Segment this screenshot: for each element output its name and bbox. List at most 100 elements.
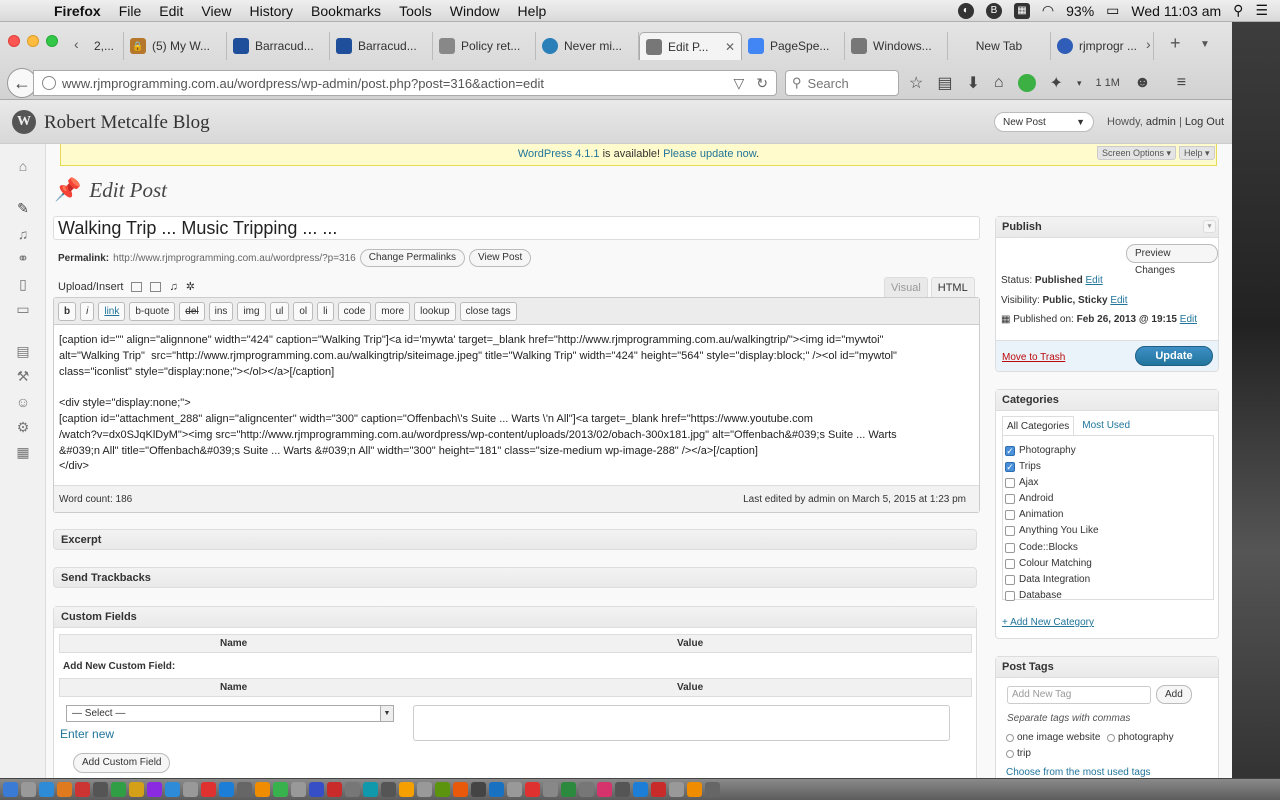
category-item[interactable]: Colour Matching bbox=[1005, 558, 1092, 569]
pages-icon[interactable]: ▯ bbox=[14, 276, 32, 292]
profile-link[interactable]: admin bbox=[1146, 116, 1176, 128]
app-icon[interactable] bbox=[597, 782, 612, 797]
qt-more-button[interactable]: more bbox=[375, 301, 411, 321]
qt-blockquote-button[interactable]: b-quote bbox=[129, 301, 176, 321]
tab[interactable]: Windows... bbox=[845, 32, 948, 60]
puzzle-icon[interactable]: ✦ bbox=[1050, 73, 1063, 93]
wp-version-link[interactable]: WordPress 4.1.1 bbox=[518, 148, 600, 160]
battery-percent[interactable]: 93% bbox=[1066, 3, 1094, 19]
view-post-button[interactable]: View Post bbox=[469, 249, 532, 267]
hamburger-menu-icon[interactable]: ≡ bbox=[1177, 74, 1186, 92]
checkbox[interactable] bbox=[1005, 525, 1015, 536]
app-icon[interactable] bbox=[183, 782, 198, 797]
links-icon[interactable]: ⚭ bbox=[14, 250, 32, 266]
close-window-icon[interactable] bbox=[8, 35, 20, 47]
app-icon[interactable] bbox=[273, 782, 288, 797]
checkbox[interactable] bbox=[1005, 509, 1015, 520]
menu-app[interactable]: Firefox bbox=[54, 3, 101, 19]
checkbox-checked[interactable]: ✓ bbox=[1005, 445, 1015, 456]
app-icon[interactable] bbox=[291, 782, 306, 797]
add-tag-button[interactable]: Add bbox=[1156, 685, 1192, 704]
new-tag-input[interactable]: Add New Tag bbox=[1007, 686, 1151, 704]
remove-tag-icon[interactable] bbox=[1006, 749, 1014, 758]
dashboard-icon[interactable]: ⌂ bbox=[14, 158, 32, 174]
finder-icon[interactable] bbox=[3, 782, 18, 797]
search-box[interactable]: ⚲ Search bbox=[785, 70, 899, 96]
category-item[interactable]: Database bbox=[1005, 590, 1062, 601]
app-icon[interactable] bbox=[543, 782, 558, 797]
change-permalinks-button[interactable]: Change Permalinks bbox=[359, 249, 466, 267]
qt-italic-button[interactable]: i bbox=[80, 301, 95, 321]
category-item[interactable]: Data Integration bbox=[1005, 574, 1090, 585]
update-now-link[interactable]: Please update now bbox=[663, 148, 756, 160]
qt-ins-button[interactable]: ins bbox=[208, 301, 234, 321]
url-bar[interactable]: www.rjmprogramming.com.au/wordpress/wp-a… bbox=[33, 70, 777, 96]
checkbox[interactable] bbox=[1005, 477, 1015, 488]
menu-window[interactable]: Window bbox=[450, 3, 500, 19]
app-icon[interactable] bbox=[417, 782, 432, 797]
add-new-category-link[interactable]: + Add New Category bbox=[1002, 617, 1094, 628]
add-audio-icon[interactable]: ♫ bbox=[169, 281, 177, 293]
qt-img-button[interactable]: img bbox=[237, 301, 266, 321]
qt-lookup-button[interactable]: lookup bbox=[414, 301, 456, 321]
category-item[interactable]: Ajax bbox=[1005, 477, 1038, 488]
checkbox[interactable] bbox=[1005, 558, 1015, 569]
tab[interactable]: Never mi... bbox=[536, 32, 639, 60]
counter-dropdown-icon[interactable]: ▾ bbox=[1077, 78, 1082, 89]
custom-field-value-textarea[interactable] bbox=[413, 705, 950, 741]
comments-icon[interactable]: ▭ bbox=[14, 301, 32, 317]
grid-status-icon[interactable]: ▦ bbox=[1013, 2, 1030, 19]
app-icon[interactable] bbox=[615, 782, 630, 797]
addon-icon[interactable] bbox=[1017, 74, 1036, 92]
category-item[interactable]: Code::Blocks bbox=[1005, 542, 1078, 553]
checkbox[interactable] bbox=[1005, 574, 1015, 585]
add-image-icon[interactable] bbox=[131, 281, 143, 292]
custom-fields-title[interactable]: Custom Fields bbox=[54, 607, 976, 628]
menu-help[interactable]: Help bbox=[518, 3, 547, 19]
zoom-window-icon[interactable] bbox=[46, 35, 58, 47]
choose-most-used-tags-link[interactable]: Choose from the most used tags bbox=[1006, 767, 1151, 778]
app-icon[interactable] bbox=[399, 782, 414, 797]
app-icon[interactable] bbox=[633, 782, 648, 797]
app-icon[interactable] bbox=[57, 782, 72, 797]
app-icon[interactable] bbox=[165, 782, 180, 797]
tab-scroll-left-icon[interactable]: ‹ bbox=[74, 36, 79, 52]
app-icon[interactable] bbox=[381, 782, 396, 797]
post-tags-title[interactable]: Post Tags bbox=[996, 657, 1218, 678]
help-button[interactable]: Help ▾ bbox=[1179, 146, 1215, 160]
app-icon[interactable] bbox=[453, 782, 468, 797]
app-icon[interactable] bbox=[669, 782, 684, 797]
category-item[interactable]: ✓ Trips bbox=[1005, 461, 1041, 472]
qt-code-button[interactable]: code bbox=[337, 301, 372, 321]
app-icon[interactable] bbox=[309, 782, 324, 797]
app-icon[interactable] bbox=[561, 782, 576, 797]
tab[interactable]: New Tab bbox=[948, 32, 1051, 60]
category-item[interactable]: Animation bbox=[1005, 509, 1063, 520]
category-item[interactable]: Android bbox=[1005, 493, 1053, 504]
clock[interactable]: Wed 11:03 am bbox=[1131, 3, 1221, 19]
toggle-icon[interactable]: ▾ bbox=[1203, 220, 1216, 233]
tab-html[interactable]: HTML bbox=[930, 277, 975, 297]
home-icon[interactable]: ⌂ bbox=[994, 74, 1004, 92]
app-icon[interactable] bbox=[651, 782, 666, 797]
preview-changes-button[interactable]: Preview Changes bbox=[1126, 244, 1218, 276]
app-icon[interactable] bbox=[507, 782, 522, 797]
app-icon[interactable] bbox=[327, 782, 342, 797]
app-icon[interactable] bbox=[255, 782, 270, 797]
update-button[interactable]: Update bbox=[1135, 346, 1213, 366]
tab-visual[interactable]: Visual bbox=[884, 277, 928, 297]
b-status-icon[interactable]: B bbox=[985, 2, 1002, 19]
category-item[interactable]: Anything You Like bbox=[1005, 525, 1099, 536]
blog-name[interactable]: Robert Metcalfe Blog bbox=[44, 112, 210, 134]
tab-active[interactable]: Edit P... ✕ bbox=[639, 32, 742, 60]
menu-tools[interactable]: Tools bbox=[399, 3, 432, 19]
app-icon[interactable] bbox=[147, 782, 162, 797]
menu-edit[interactable]: Edit bbox=[159, 3, 183, 19]
app-icon[interactable] bbox=[219, 782, 234, 797]
wifi-icon[interactable]: ◠ bbox=[1042, 2, 1054, 19]
qt-close-tags-button[interactable]: close tags bbox=[459, 301, 517, 321]
tab[interactable]: Barracud... bbox=[227, 32, 330, 60]
dropdown-icon[interactable]: ▽ bbox=[733, 75, 744, 92]
checkbox-checked[interactable]: ✓ bbox=[1005, 461, 1015, 472]
settings-icon[interactable]: ▦ bbox=[14, 444, 32, 460]
